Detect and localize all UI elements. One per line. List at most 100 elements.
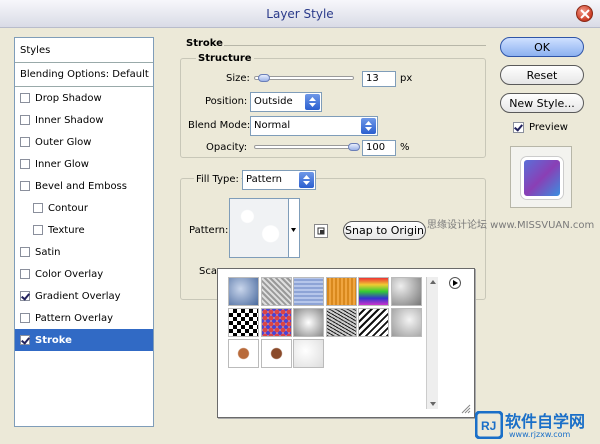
pattern-swatch-orange-grain[interactable]: [325, 277, 357, 306]
chevron-updown-icon: [361, 118, 376, 134]
blend-mode-label: Blend Mode:: [188, 120, 251, 131]
pattern-label: Pattern:: [189, 225, 229, 236]
style-item-texture[interactable]: Texture: [15, 219, 153, 241]
style-checkbox[interactable]: [20, 181, 30, 191]
pattern-swatch-rainbow-stripes[interactable]: [358, 277, 389, 306]
style-item-pattern-overlay[interactable]: Pattern Overlay: [15, 307, 153, 329]
new-style-button[interactable]: New Style...: [500, 93, 584, 113]
style-checkbox[interactable]: [20, 247, 30, 257]
logo-mark-icon: RJ: [475, 411, 503, 439]
preview-label: Preview: [529, 122, 568, 133]
style-checkbox[interactable]: [20, 93, 30, 103]
style-item-gradient-overlay[interactable]: Gradient Overlay: [15, 285, 153, 307]
scroll-arrows-icon: [430, 280, 436, 406]
style-checkbox[interactable]: [20, 269, 30, 279]
style-item-color-overlay[interactable]: Color Overlay: [15, 263, 153, 285]
style-checkbox[interactable]: [20, 159, 30, 169]
watermark-text: 思缘设计论坛 www.MISSVUAN.com: [427, 220, 595, 231]
ok-button[interactable]: OK: [500, 37, 584, 57]
opacity-label: Opacity:: [206, 142, 248, 153]
reset-button[interactable]: Reset: [500, 65, 584, 85]
size-unit: px: [400, 73, 413, 84]
style-item-contour[interactable]: Contour: [15, 197, 153, 219]
position-label: Position:: [205, 96, 248, 107]
style-item-inner-glow[interactable]: Inner Glow: [15, 153, 153, 175]
new-preset-button[interactable]: [314, 224, 328, 238]
snap-to-origin-button[interactable]: Snap to Origin: [343, 221, 426, 240]
style-item-label: Texture: [48, 224, 85, 236]
styles-header[interactable]: Styles: [15, 38, 153, 63]
style-item-drop-shadow[interactable]: Drop Shadow: [15, 87, 153, 109]
pattern-swatch-white-marble[interactable]: [293, 339, 324, 368]
pattern-picker: [217, 268, 475, 418]
opacity-slider[interactable]: [254, 145, 354, 149]
size-input[interactable]: 13: [362, 71, 396, 87]
close-button[interactable]: [576, 5, 593, 22]
pattern-swatch-checkerboard[interactable]: [228, 308, 259, 337]
style-item-bevel-and-emboss[interactable]: Bevel and Emboss: [15, 175, 153, 197]
pattern-swatch-butterfly-a[interactable]: [228, 339, 259, 368]
pattern-swatch-black-noise[interactable]: [325, 308, 357, 337]
pattern-swatch-grid: [228, 277, 423, 370]
preview-thumbnail: [521, 157, 563, 199]
style-checkbox[interactable]: [20, 137, 30, 147]
opacity-input[interactable]: 100: [362, 140, 396, 156]
triangle-down-icon: [291, 228, 296, 232]
pattern-swatch-gray-clouds[interactable]: [293, 308, 324, 337]
style-checkbox[interactable]: [20, 313, 30, 323]
style-item-label: Color Overlay: [35, 268, 104, 280]
style-item-stroke[interactable]: Stroke: [15, 329, 153, 351]
style-item-label: Satin: [35, 246, 61, 258]
style-item-label: Inner Shadow: [35, 114, 104, 126]
blending-options-item[interactable]: Blending Options: Default: [15, 63, 153, 87]
picker-menu-button[interactable]: [449, 277, 461, 289]
blend-mode-select[interactable]: Normal: [250, 116, 378, 136]
fill-type-value: Pattern: [246, 174, 282, 185]
style-checkbox[interactable]: [33, 225, 43, 235]
pattern-swatch-gray-noise[interactable]: [260, 277, 292, 306]
style-item-label: Outer Glow: [35, 136, 92, 148]
pattern-swatch-blue-weave[interactable]: [293, 277, 324, 306]
style-item-label: Gradient Overlay: [35, 290, 121, 302]
style-item-label: Pattern Overlay: [35, 312, 114, 324]
size-label: Size:: [226, 73, 250, 84]
pattern-swatch-gray-rocks[interactable]: [390, 277, 422, 306]
pattern-swatch-gray-marble[interactable]: [390, 308, 422, 337]
style-item-inner-shadow[interactable]: Inner Shadow: [15, 109, 153, 131]
fill-type-label: Fill Type:: [194, 174, 241, 185]
style-item-outer-glow[interactable]: Outer Glow: [15, 131, 153, 153]
fill-type-select[interactable]: Pattern: [242, 170, 316, 190]
resize-grip-icon[interactable]: [461, 404, 471, 414]
pattern-swatch-colored-dots[interactable]: [260, 308, 292, 337]
structure-title: Structure: [196, 53, 254, 64]
picker-scrollbar[interactable]: [426, 277, 438, 409]
style-checkbox[interactable]: [20, 291, 30, 301]
site-logo: RJ 软件自学网 www.rjzxw.com: [475, 408, 600, 444]
style-item-label: Bevel and Emboss: [35, 180, 127, 192]
style-item-label: Inner Glow: [35, 158, 89, 170]
style-checkbox[interactable]: [20, 335, 30, 345]
pattern-dropdown[interactable]: [289, 198, 300, 258]
close-icon: [580, 9, 590, 19]
position-select[interactable]: Outside: [250, 92, 322, 112]
style-item-satin[interactable]: Satin: [15, 241, 153, 263]
new-document-icon: [317, 227, 325, 235]
chevron-updown-icon: [299, 172, 314, 188]
window-title: Layer Style: [266, 7, 334, 21]
opacity-slider-thumb[interactable]: [348, 143, 360, 151]
section-divider: [224, 45, 486, 46]
pattern-swatch-zigzag[interactable]: [358, 308, 389, 337]
style-checkbox[interactable]: [33, 203, 43, 213]
preview-checkbox[interactable]: [513, 122, 524, 133]
logo-url: www.rjzxw.com: [509, 430, 571, 439]
opacity-unit: %: [400, 142, 410, 153]
scale-label: Sca: [199, 266, 217, 277]
size-slider-thumb[interactable]: [258, 74, 270, 82]
chevron-updown-icon: [305, 94, 320, 110]
style-checkbox[interactable]: [20, 115, 30, 125]
position-value: Outside: [254, 96, 293, 107]
pattern-preview[interactable]: [229, 198, 289, 258]
logo-text: 软件自学网: [505, 412, 586, 431]
pattern-swatch-blue-bubbles[interactable]: [228, 277, 259, 306]
pattern-swatch-butterfly-b[interactable]: [260, 339, 292, 368]
